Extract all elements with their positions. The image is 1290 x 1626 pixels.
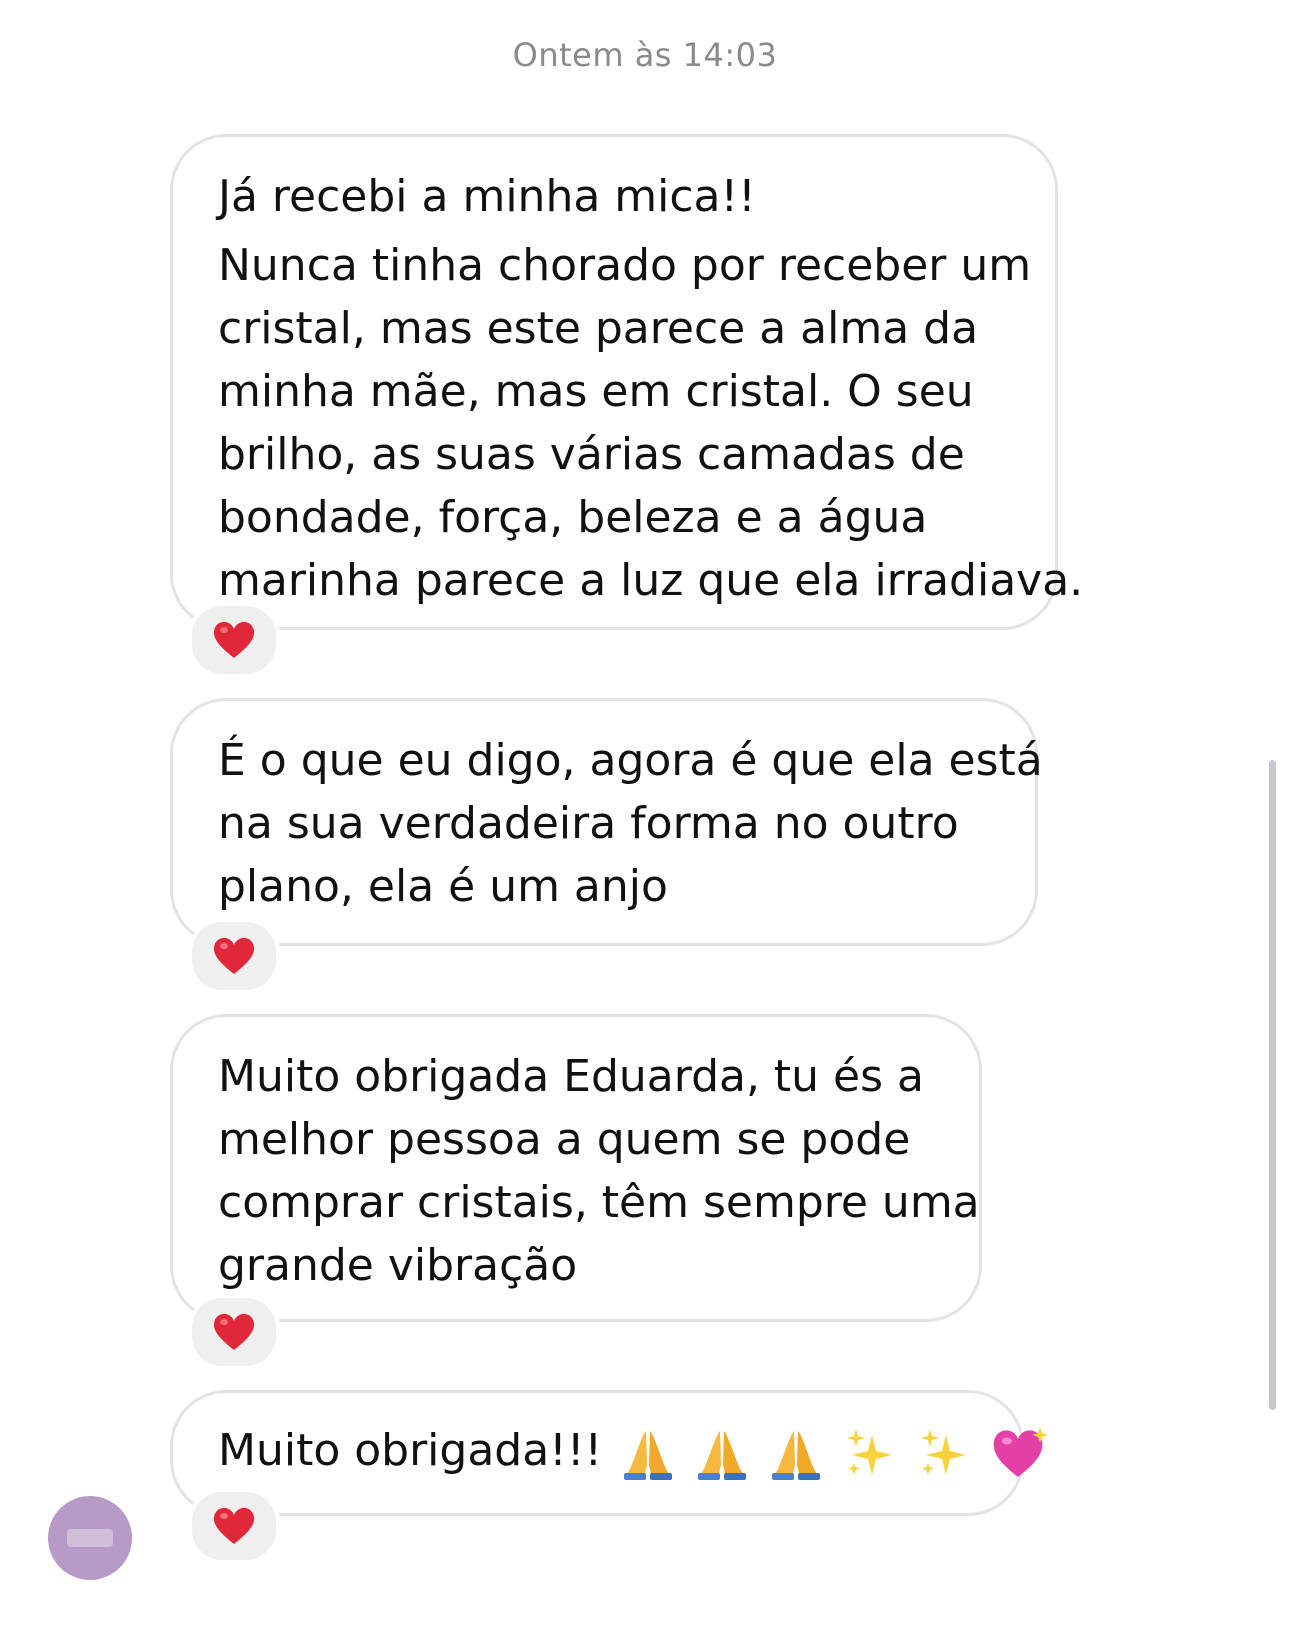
reaction-badge[interactable] <box>188 602 280 678</box>
message-bubble[interactable]: É o que eu digo, agora é que ela está na… <box>170 698 1043 946</box>
thread-timestamp: Ontem às 14:03 <box>512 36 778 74</box>
message-text: cristal, mas este parece a alma da <box>218 303 979 354</box>
message-text: melhor pessoa a quem se pode <box>218 1114 911 1165</box>
sparkling-heart-icon <box>993 1427 1049 1477</box>
message-bubble[interactable]: Muito obrigada!!! <box>170 1390 1049 1516</box>
message-text-label: Muito obrigada!!! <box>218 1425 603 1476</box>
message-text: bondade, força, beleza e a água <box>218 492 928 543</box>
message-text: grande vibração <box>218 1240 578 1291</box>
heart-icon <box>213 621 255 658</box>
reaction-badge[interactable] <box>188 918 280 994</box>
message-text: É o que eu digo, agora é que ela está <box>218 735 1043 786</box>
folded-hands-icon <box>698 1431 747 1480</box>
message-bubble[interactable]: Já recebi a minha mica!! Nunca tinha cho… <box>170 134 1084 630</box>
message-text: Nunca tinha chorado por receber um <box>218 240 1032 291</box>
message-text: brilho, as suas várias camadas de <box>218 429 965 480</box>
message-text: na sua verdadeira forma no outro <box>218 798 959 849</box>
message-text: plano, ela é um anjo <box>218 861 668 912</box>
heart-icon <box>213 1507 255 1544</box>
folded-hands-icon <box>772 1431 821 1480</box>
folded-hands-icon <box>624 1431 673 1480</box>
sparkles-icon <box>921 1429 967 1475</box>
message-text: marinha parece a luz que ela irradiava. <box>218 555 1084 606</box>
heart-icon <box>213 937 255 974</box>
message-bubble[interactable]: Muito obrigada Eduarda, tu és a melhor p… <box>170 1014 982 1322</box>
sparkles-icon <box>847 1429 893 1475</box>
message-text: Muito obrigada Eduarda, tu és a <box>218 1051 924 1102</box>
heart-icon <box>213 1313 255 1350</box>
message-text: minha mãe, mas em cristal. O seu <box>218 366 974 417</box>
message-text: Muito obrigada!!! <box>218 1419 1049 1482</box>
reaction-badge[interactable] <box>188 1488 280 1564</box>
message-text: Já recebi a minha mica!! <box>218 171 756 222</box>
message-text: comprar cristais, têm sempre uma <box>218 1177 980 1228</box>
avatar-logo <box>67 1529 113 1547</box>
scrollbar[interactable] <box>1269 760 1276 1410</box>
sender-avatar[interactable] <box>48 1496 132 1580</box>
reaction-badge[interactable] <box>188 1294 280 1370</box>
